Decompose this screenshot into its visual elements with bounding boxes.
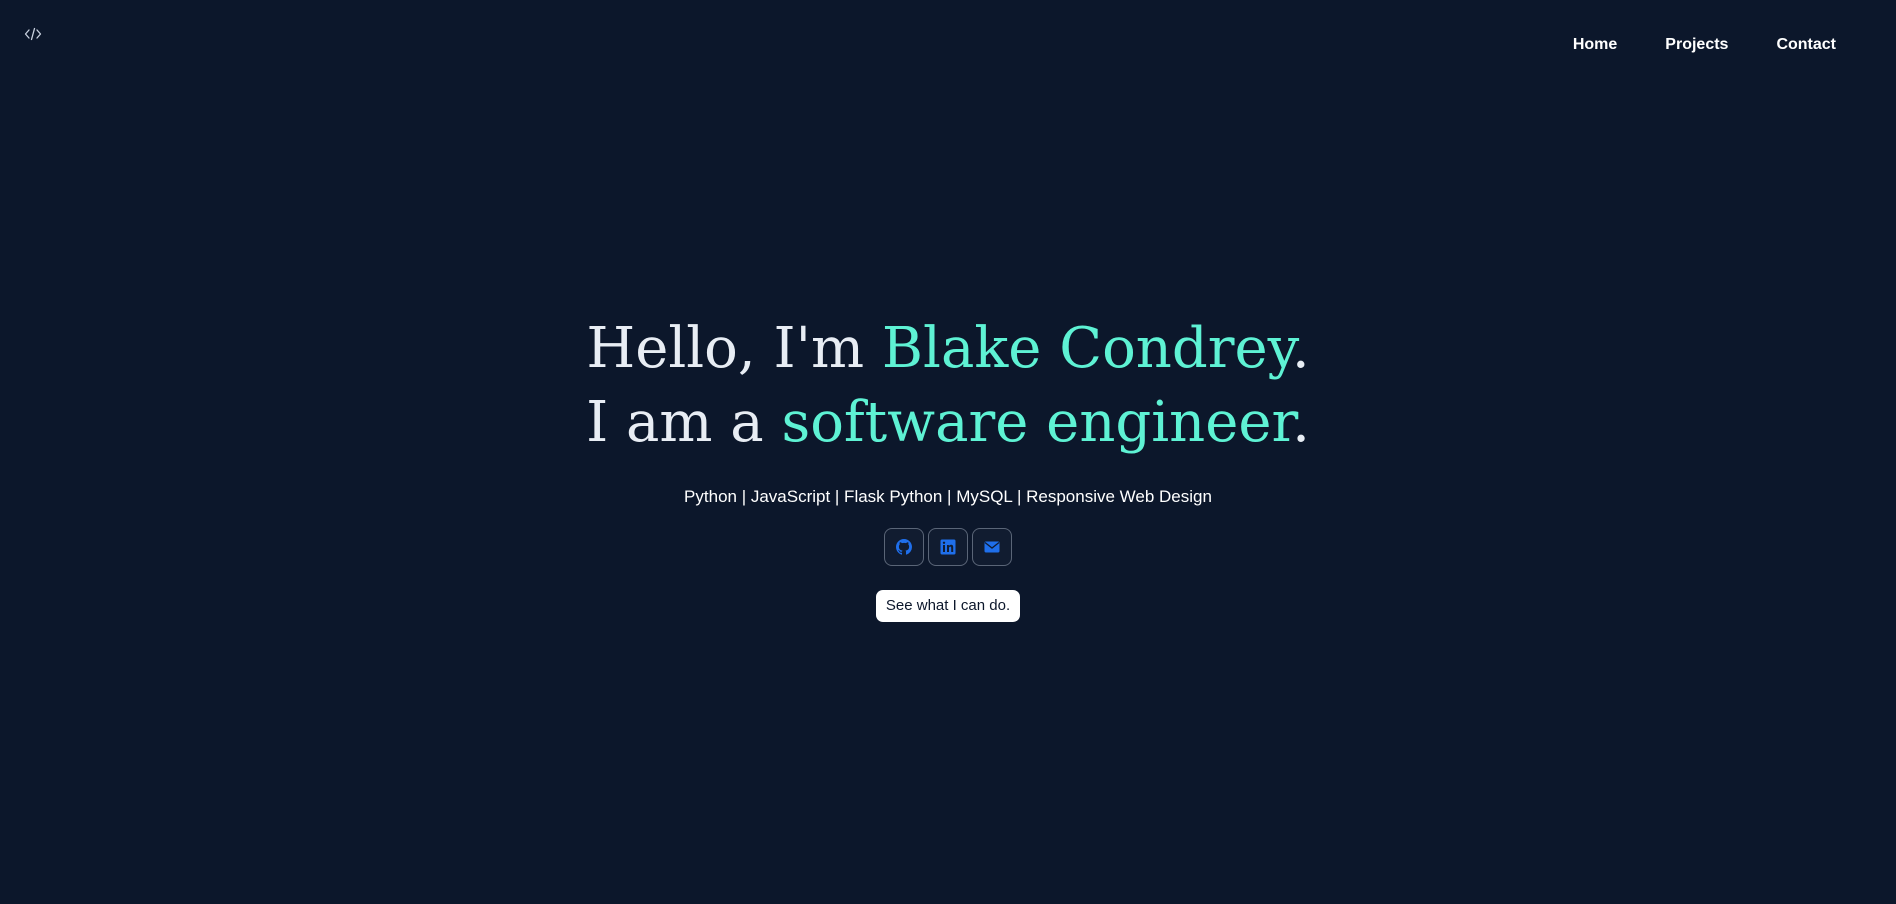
- see-work-button[interactable]: See what I can do.: [875, 590, 1021, 622]
- hero-headline: Hello, I'm Blake Condrey. I am a softwar…: [0, 312, 1896, 460]
- skills-list: Python | JavaScript | Flask Python | MyS…: [684, 487, 1212, 506]
- page: Home Projects Contact Hello, I'm Blake C…: [0, 0, 1896, 904]
- hero-role: software engineer: [781, 390, 1293, 455]
- nav-projects-link[interactable]: Projects: [1665, 34, 1728, 56]
- github-button[interactable]: [884, 528, 924, 566]
- social-links: [0, 528, 1896, 566]
- nav-contact-link[interactable]: Contact: [1776, 34, 1836, 56]
- linkedin-icon: [940, 539, 956, 555]
- code-icon[interactable]: [24, 26, 42, 42]
- greeting-suffix: .: [1291, 316, 1310, 381]
- role-prefix: I am a: [586, 390, 782, 455]
- greeting-prefix: Hello, I'm: [586, 316, 882, 381]
- github-icon: [896, 539, 912, 555]
- role-suffix: .: [1292, 390, 1310, 455]
- greeting-line: Hello, I'm Blake Condrey.: [586, 316, 1309, 381]
- cta-wrapper: See what I can do.: [0, 590, 1896, 622]
- email-button[interactable]: [972, 528, 1012, 566]
- email-icon: [984, 539, 1000, 555]
- main-nav: Home Projects Contact: [1525, 34, 1836, 56]
- nav-home-link[interactable]: Home: [1573, 34, 1617, 56]
- hero-section: Hello, I'm Blake Condrey. I am a softwar…: [0, 312, 1896, 622]
- linkedin-button[interactable]: [928, 528, 968, 566]
- hero-name: Blake Condrey: [881, 316, 1292, 381]
- role-line: I am a software engineer.: [586, 390, 1310, 455]
